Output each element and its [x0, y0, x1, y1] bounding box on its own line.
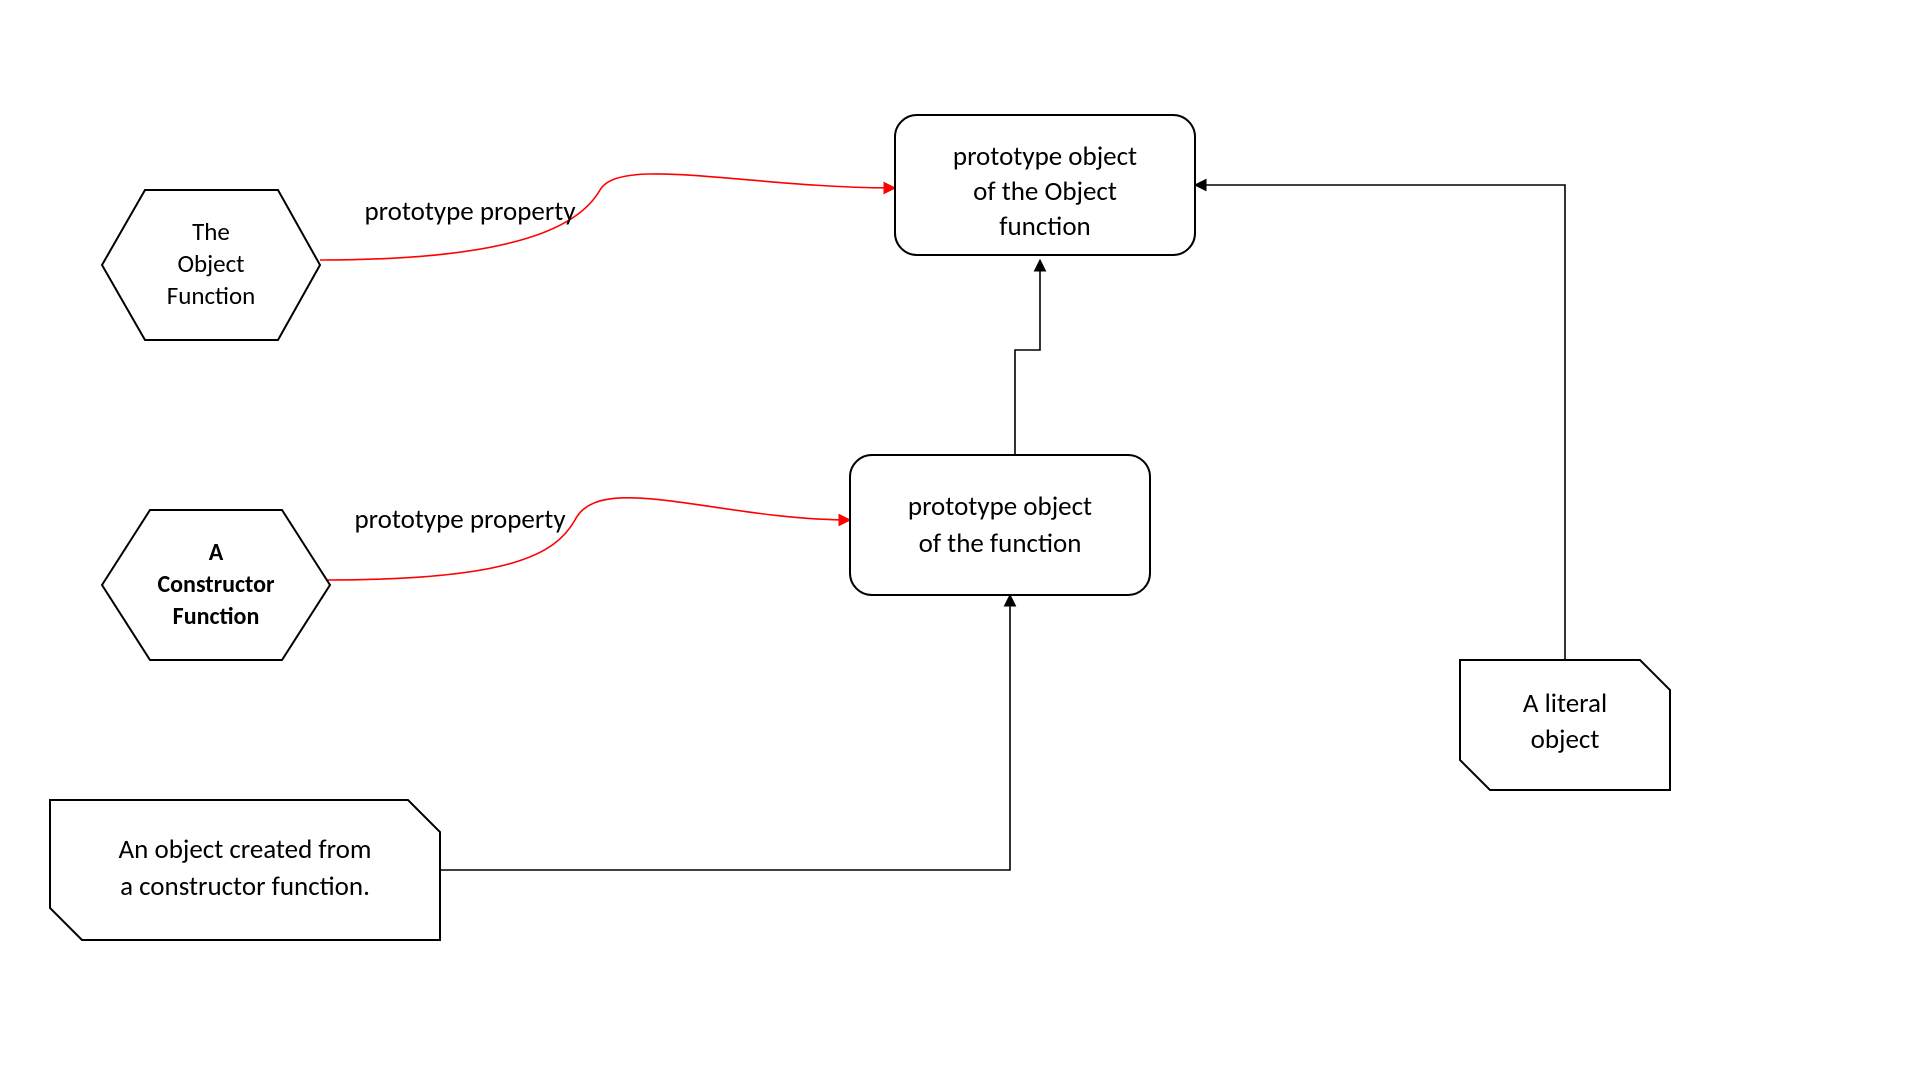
node-a-constructor-function-l2: Constructor [157, 570, 275, 599]
node-the-object-function-l2: Object [177, 248, 244, 279]
node-prototype-object-of-object-fn: prototype object of the Object function [895, 115, 1195, 255]
edge-label-proto-prop-1: prototype property [364, 195, 576, 228]
node-proto-fn-l2: of the function [919, 527, 1082, 560]
edge-literal-to-proto-object [1195, 185, 1565, 660]
node-literal-l1: A literal [1523, 687, 1607, 720]
node-proto-fn-l1: prototype object [908, 490, 1092, 523]
node-ctor-instance-l2: a constructor function. [120, 870, 370, 903]
node-ctor-instance-l1: An object created from [119, 833, 372, 866]
edge-label-proto-prop-2: prototype property [354, 503, 566, 536]
node-proto-object-fn-l1: prototype object [953, 140, 1137, 173]
node-the-object-function-l3: Function [167, 280, 256, 311]
node-proto-object-fn-l2: of the Object [973, 175, 1117, 208]
node-a-constructor-function-l1: A [209, 538, 224, 567]
node-the-object-function-l1: The [192, 216, 230, 247]
edge-proto-fn-to-proto-object [1015, 260, 1040, 455]
node-literal-object: A literal object [1460, 660, 1670, 790]
node-constructor-instance: An object created from a constructor fun… [50, 800, 440, 940]
node-prototype-object-of-fn: prototype object of the function [850, 455, 1150, 595]
node-literal-l2: object [1531, 723, 1600, 756]
node-a-constructor-function-l3: Function [173, 602, 260, 631]
node-the-object-function: The Object Function [102, 190, 320, 340]
node-a-constructor-function: A Constructor Function [102, 510, 330, 660]
node-proto-object-fn-l3: function [999, 210, 1091, 243]
edge-ctor-instance-to-proto-fn [440, 595, 1010, 870]
